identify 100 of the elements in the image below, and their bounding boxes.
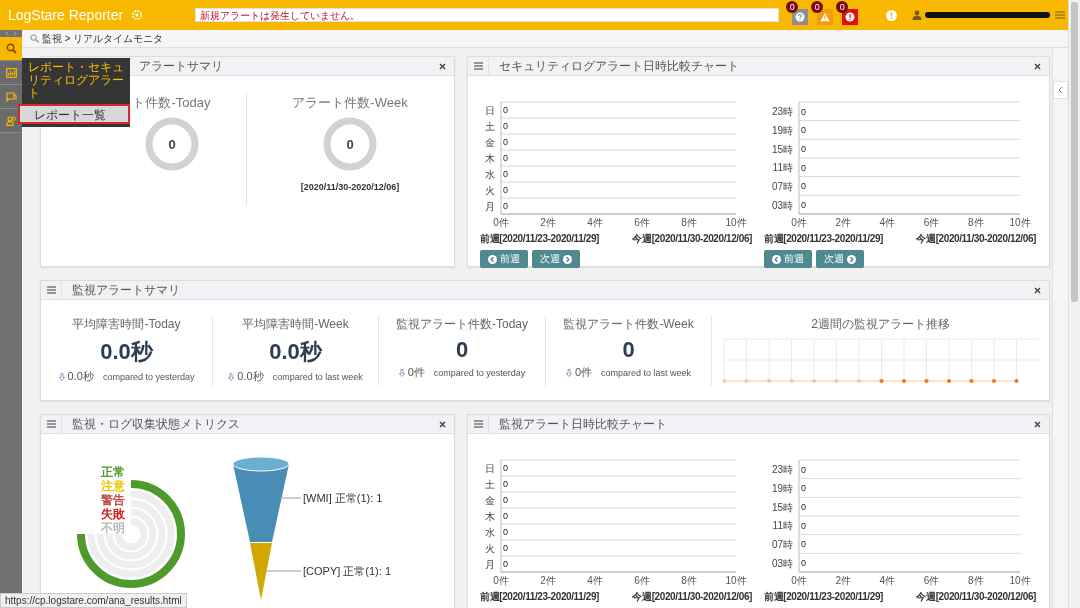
axis-label: 23時	[771, 464, 793, 476]
axis-label: 木	[485, 153, 495, 164]
week-range-label: 今週[2020/11/30-2020/12/06]	[916, 590, 1036, 604]
data-label: 0	[801, 483, 806, 494]
search-icon	[30, 34, 39, 43]
down-arrow-icon	[565, 368, 572, 377]
axis-label: 10件	[1009, 575, 1031, 586]
chart-title: 2週間の監視アラート推移	[811, 316, 950, 333]
menu-item[interactable]: レポート一覧	[18, 104, 130, 124]
user-icon[interactable]	[912, 10, 923, 20]
gauge-value: 0	[167, 137, 176, 152]
axis-label: 15時	[771, 143, 793, 155]
axis-label: 07時	[771, 181, 793, 192]
axis-label: 6件	[634, 217, 650, 228]
down-arrow-icon	[398, 368, 405, 377]
axis-label: 03時	[771, 199, 793, 211]
data-label: 0	[503, 137, 508, 148]
search-nav-item[interactable]	[0, 37, 22, 61]
axis-label: 土	[485, 479, 495, 490]
data-label: 0	[503, 543, 508, 554]
week-range-label: 今週[2020/11/30-2020/12/06]	[632, 590, 752, 604]
previous-week-button[interactable]: 前週	[480, 250, 528, 268]
previous-week-button[interactable]: 前週	[764, 250, 812, 268]
close-icon[interactable]	[1034, 420, 1041, 428]
axis-label: 8件	[968, 575, 984, 586]
chart-frame-icon	[5, 67, 17, 78]
close-icon[interactable]	[1034, 286, 1041, 294]
list-icon	[46, 286, 56, 294]
axis-label: 15時	[771, 501, 793, 513]
breadcrumb[interactable]: 監視 > リアルタイムモニタ	[42, 31, 164, 46]
scrollbar[interactable]	[1068, 0, 1080, 608]
stat-value: 0.0秒	[100, 338, 153, 366]
next-week-button[interactable]: 次週	[532, 250, 580, 268]
axis-label: 0件	[493, 217, 509, 228]
delta-value: 0件	[574, 365, 593, 380]
data-label: 0	[801, 125, 806, 136]
data-label: 0	[801, 501, 806, 512]
count-badge: 0	[836, 1, 849, 13]
axis-label: 月	[485, 201, 495, 212]
list-icon	[473, 62, 483, 70]
axis-label: 8件	[681, 575, 697, 586]
data-label: 0	[801, 520, 806, 531]
gauge-value: 0	[346, 137, 354, 152]
week-range-label: 前週[2020/11/23-2020/11/29]	[764, 232, 883, 246]
delta-value: 0件	[407, 365, 425, 380]
list-icon	[473, 420, 483, 428]
axis-label: 2件	[540, 575, 556, 586]
axis-label: 6件	[923, 217, 940, 228]
axis-label: 0件	[493, 575, 509, 586]
week-range-label: 今週[2020/11/30-2020/12/06]	[632, 232, 752, 246]
warning-status-button[interactable]	[817, 9, 834, 25]
axis-label: 10件	[725, 575, 747, 586]
data-label: 0	[801, 199, 806, 210]
stat-label: 監視アラート件数-Today	[396, 316, 528, 333]
axis-label: 23時	[771, 106, 793, 118]
legend-label: 失敗	[101, 507, 125, 521]
axis-label: 木	[485, 511, 495, 522]
data-label: 0	[503, 201, 508, 212]
error-status-button[interactable]	[842, 9, 859, 25]
down-arrow-icon	[58, 372, 65, 381]
report-nav-item[interactable]	[0, 61, 22, 85]
axis-label: 6件	[634, 575, 650, 586]
next-week-button[interactable]: 次週	[816, 250, 864, 268]
axis-label: 日	[485, 105, 495, 116]
help-status-button[interactable]	[792, 9, 809, 25]
collapse-toggle-icon[interactable]	[5, 31, 17, 36]
data-label: 0	[503, 105, 508, 116]
arrow-right-circle-icon	[847, 254, 856, 264]
delta-value: 0.0秒	[237, 369, 264, 384]
panel-title: 監視・ログ収集状態メトリクス	[71, 415, 240, 433]
legend-label: 不明	[101, 521, 125, 535]
notification-field: 新規アラートは発生していません。	[195, 8, 780, 22]
close-icon[interactable]	[439, 420, 446, 428]
arrow-left-circle-icon	[772, 254, 781, 264]
axis-label: 火	[485, 543, 495, 554]
axis-label: 07時	[771, 539, 793, 550]
book-nav-item[interactable]	[0, 85, 22, 109]
close-icon[interactable]	[1034, 62, 1041, 70]
axis-label: 8件	[681, 217, 697, 228]
panel-title: アラートサマリ	[138, 57, 223, 75]
legend-label: 正常	[101, 465, 125, 479]
stat-label: 平均障害時間-Week	[242, 316, 349, 333]
data-label: 0	[801, 143, 806, 154]
data-label: 0	[801, 539, 806, 550]
data-label: 0	[503, 463, 508, 474]
data-label: 0	[503, 153, 508, 164]
panel-title: 監視アラート日時比較チャート	[498, 415, 667, 433]
close-icon[interactable]	[439, 62, 446, 70]
axis-label: 8件	[968, 217, 984, 228]
axis-label: 11時	[772, 162, 793, 174]
collapse-tab-button[interactable]	[1053, 81, 1068, 99]
axis-label: 19時	[771, 483, 793, 494]
axis-label: 火	[485, 185, 495, 196]
week-range-label: 今週[2020/11/30-2020/12/06]	[916, 232, 1036, 246]
data-label: 0	[503, 169, 508, 180]
axis-label: 4件	[587, 575, 603, 586]
legend-label: 注意	[101, 479, 125, 493]
week-range-label: 前週[2020/11/23-2020/11/29]	[764, 590, 883, 604]
funnel-label: [COPY] 正常(1): 1	[303, 565, 392, 577]
stat-label: 監視アラート件数-Week	[563, 316, 694, 333]
